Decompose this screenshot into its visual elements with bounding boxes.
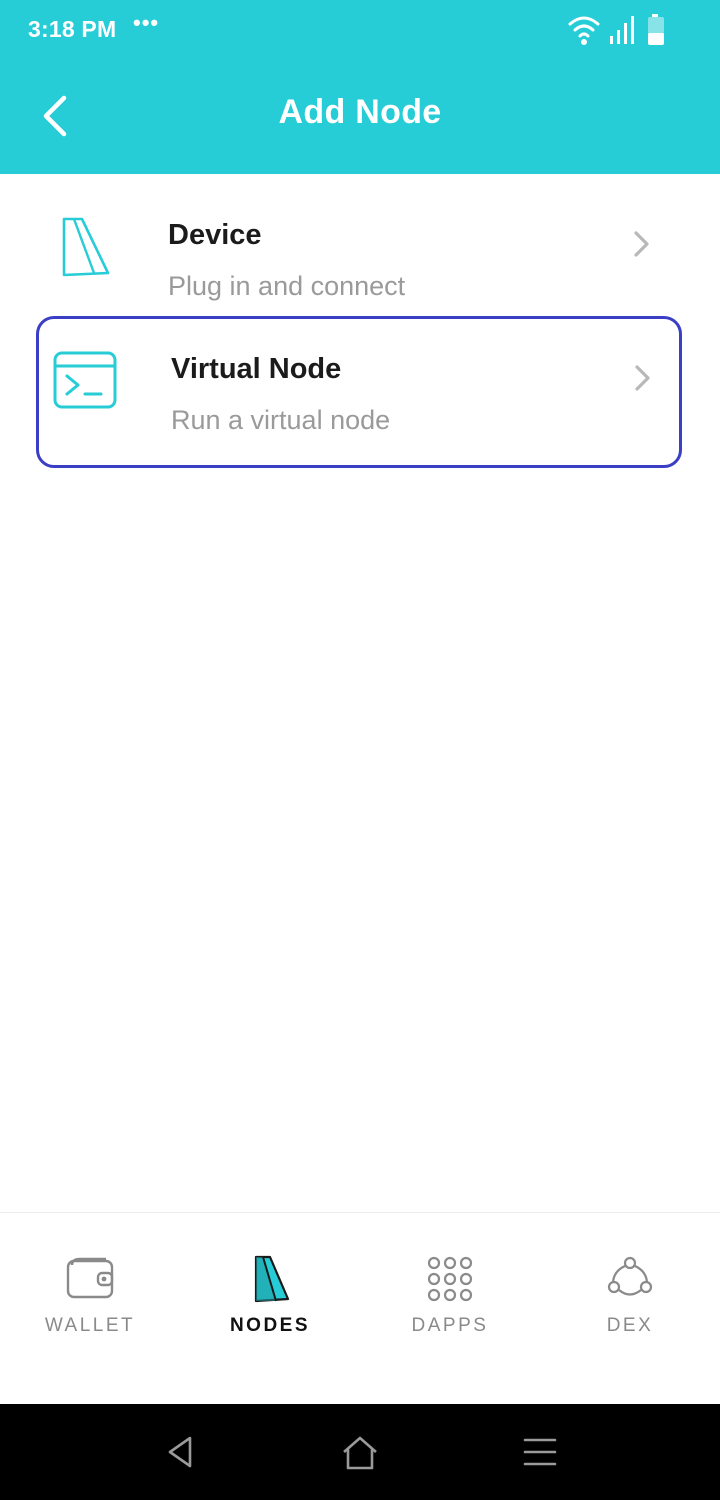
- grid-icon: [427, 1256, 473, 1302]
- device-subtitle: Plug in and connect: [168, 271, 406, 301]
- wifi-icon: [568, 16, 600, 38]
- virtual-node-title: Virtual Node: [171, 353, 342, 385]
- system-home-icon[interactable]: [338, 1432, 382, 1472]
- nav-wallet-label: WALLET: [44, 1315, 136, 1336]
- nav-dapps-label: DAPPS: [411, 1315, 489, 1336]
- virtual-node-option[interactable]: Virtual Node Run a virtual node: [36, 316, 682, 468]
- nav-dex-label: DEX: [606, 1315, 654, 1336]
- terminal-icon: [53, 351, 117, 409]
- wallet-icon: [66, 1257, 114, 1299]
- nav-wallet[interactable]: WALLET: [0, 1213, 180, 1405]
- nodes-icon: [254, 1255, 290, 1303]
- device-icon: [62, 217, 110, 277]
- device-title: Device: [168, 219, 262, 251]
- status-more-dots: •••: [133, 10, 160, 35]
- bottom-nav: WALLET NODES DAPPS DEX: [0, 1212, 720, 1405]
- chevron-right-icon: [634, 231, 649, 257]
- battery-icon: [648, 14, 664, 45]
- system-recents-icon[interactable]: [518, 1432, 562, 1472]
- nav-dapps[interactable]: DAPPS: [360, 1213, 540, 1405]
- chevron-right-icon: [635, 365, 650, 391]
- dex-icon: [607, 1256, 653, 1296]
- nav-nodes-label: NODES: [229, 1315, 311, 1336]
- app-header: 3:18 PM ••• Add Node: [0, 0, 720, 174]
- virtual-node-subtitle: Run a virtual node: [171, 405, 391, 435]
- nav-nodes[interactable]: NODES: [180, 1213, 360, 1405]
- device-option[interactable]: Device Plug in and connect: [36, 185, 682, 315]
- system-back-icon[interactable]: [158, 1432, 202, 1472]
- status-time: 3:18 PM: [28, 16, 117, 42]
- status-icons: [568, 14, 664, 45]
- nav-dex[interactable]: DEX: [540, 1213, 720, 1405]
- system-nav-bar: [0, 1404, 720, 1500]
- signal-icon: [610, 16, 634, 44]
- page-title: Add Node: [278, 93, 442, 131]
